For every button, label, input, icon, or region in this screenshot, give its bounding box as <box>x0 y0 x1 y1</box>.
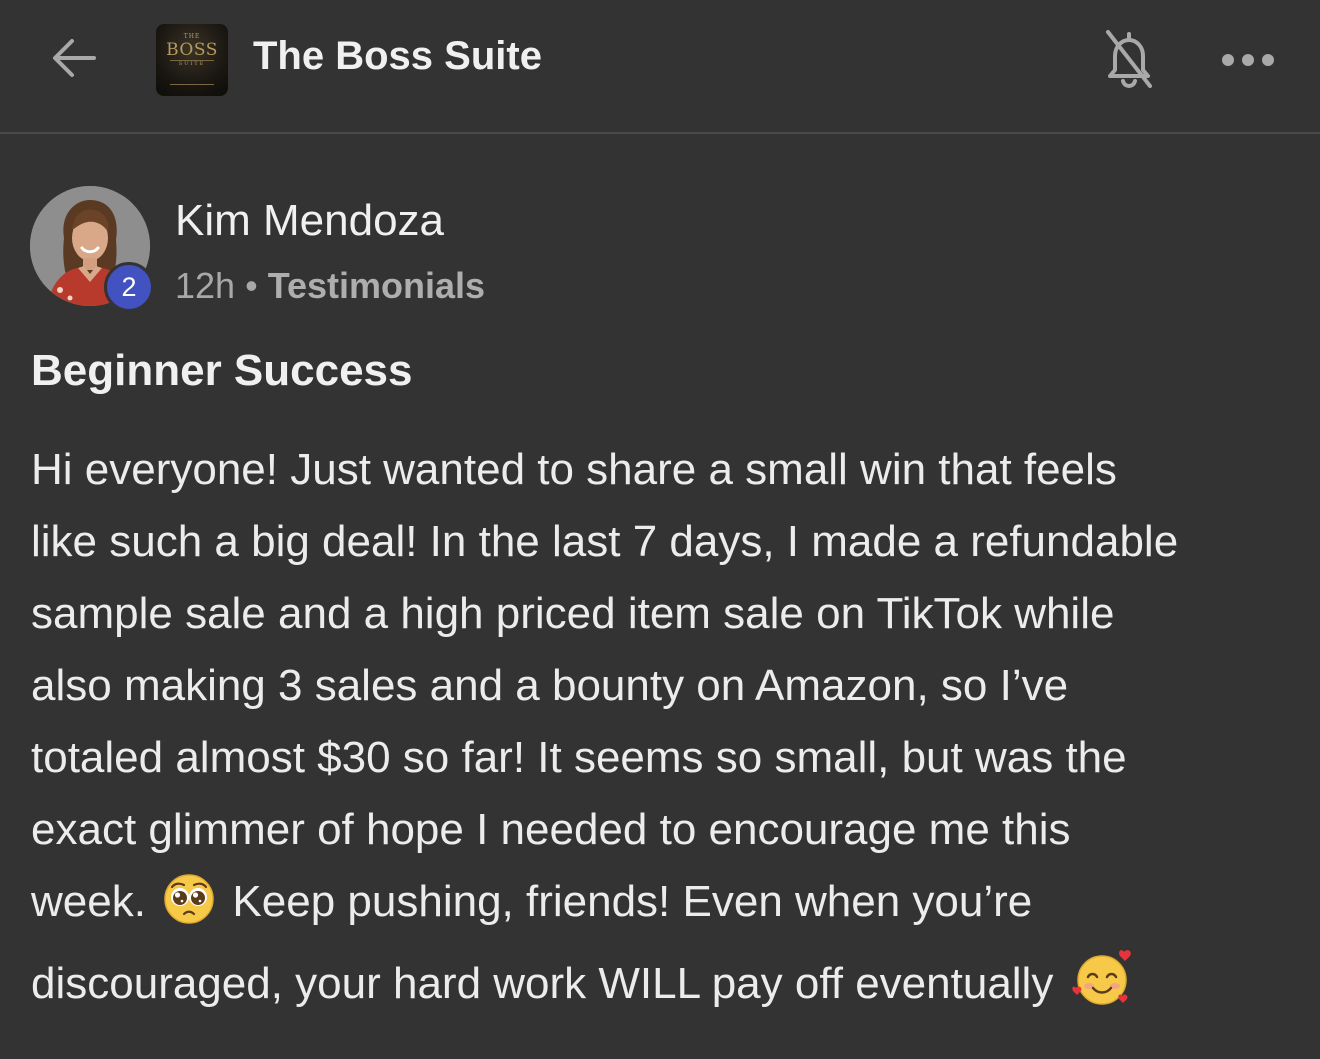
author-avatar-container[interactable]: 2 <box>30 186 154 312</box>
post-title: Beginner Success <box>31 346 413 395</box>
post-body-line: sample sale and a high priced item sale … <box>31 589 1115 638</box>
level-badge: 2 <box>104 262 154 312</box>
post-body: Hi everyone! Just wanted to share a smal… <box>31 434 1301 1030</box>
post-body-line: exact glimmer of hope I needed to encour… <box>31 805 1071 854</box>
back-button[interactable] <box>46 30 102 86</box>
more-options-button[interactable] <box>1218 38 1278 82</box>
logo-bottom-text: SUITE <box>178 61 206 67</box>
post-category-link[interactable]: Testimonials <box>268 265 485 306</box>
post-meta: 12h • Testimonials <box>175 265 485 307</box>
pleading-face-emoji-icon <box>162 872 216 948</box>
logo-top-text: THE <box>183 33 201 40</box>
post-timestamp: 12h <box>175 265 236 306</box>
post-body-text: discouraged, your hard work WILL pay off… <box>31 959 1054 1008</box>
group-title[interactable]: The Boss Suite <box>253 34 542 79</box>
post-body-line: also making 3 sales and a bounty on Amaz… <box>31 661 1069 710</box>
post-body-line: discouraged, your hard work WILL pay off… <box>31 948 1301 1030</box>
arrow-left-icon <box>53 39 96 77</box>
more-horizontal-icon <box>1222 54 1274 66</box>
top-bar: THE BOSS SUITE The Boss Suite <box>0 0 1320 134</box>
post-body-line: week. Keep pushing, friends! Even when y… <box>31 866 1301 948</box>
bell-off-icon <box>1106 30 1152 88</box>
logo-divider <box>170 84 214 85</box>
post-body-text: week. <box>31 877 146 926</box>
meta-separator: • <box>245 265 258 306</box>
author-name[interactable]: Kim Mendoza <box>175 196 444 246</box>
post-body-line: like such a big deal! In the last 7 days… <box>31 517 1179 566</box>
group-logo[interactable]: THE BOSS SUITE <box>156 24 228 96</box>
post-body-line: totaled almost $30 so far! It seems so s… <box>31 733 1127 782</box>
smiling-face-with-hearts-emoji-icon <box>1070 948 1134 1030</box>
post-body-text: Keep pushing, friends! Even when you’re <box>232 877 1033 926</box>
post-body-line: Hi everyone! Just wanted to share a smal… <box>31 445 1117 494</box>
notification-toggle-button[interactable] <box>1098 26 1160 92</box>
logo-main-text: BOSS <box>166 40 218 60</box>
